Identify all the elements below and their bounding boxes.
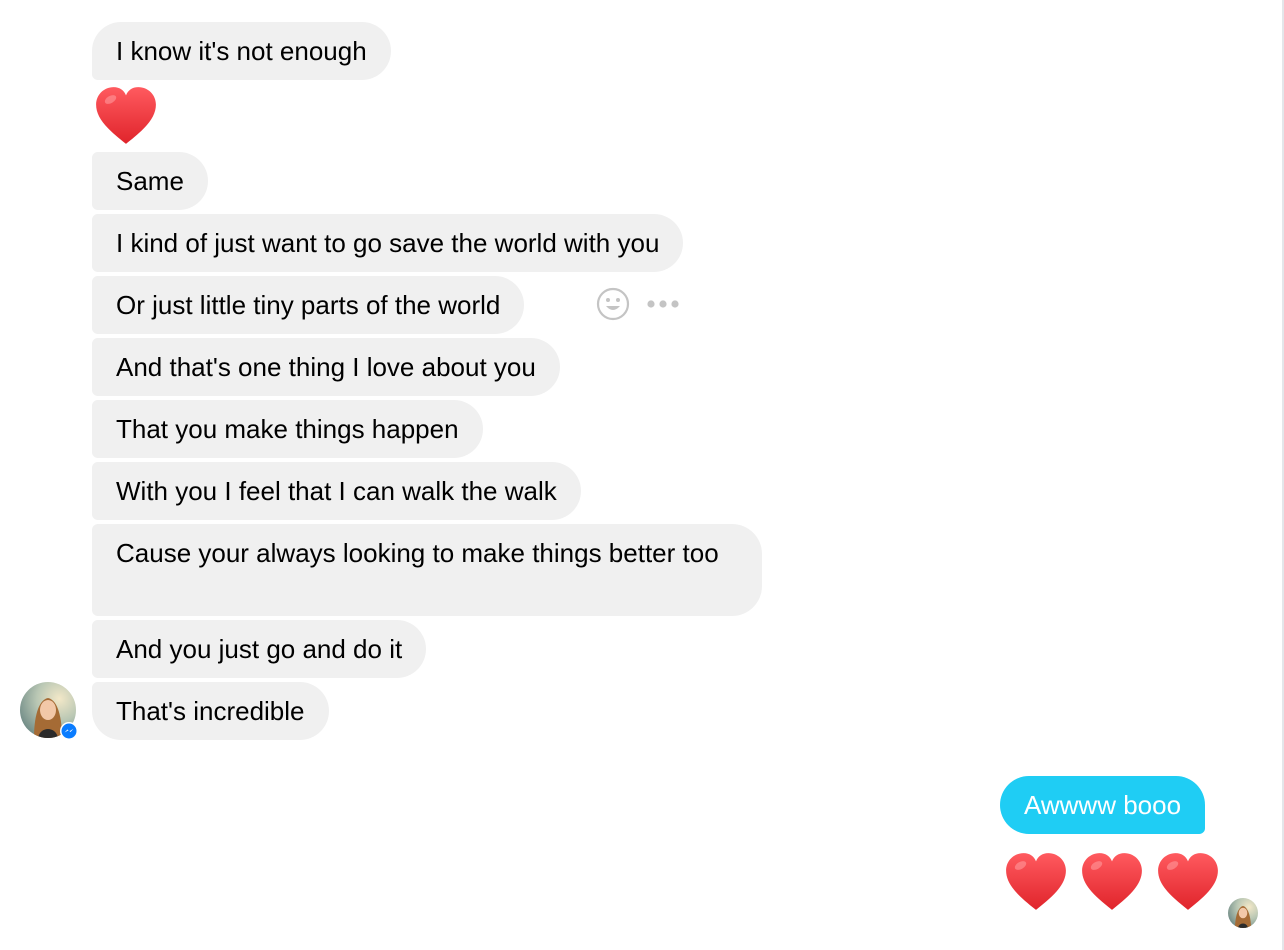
seen-avatar xyxy=(1228,898,1258,928)
incoming-message[interactable]: That's incredible xyxy=(92,682,329,740)
incoming-message[interactable]: I know it's not enough xyxy=(92,22,391,80)
heart-icon[interactable] xyxy=(1079,850,1145,916)
outgoing-message[interactable]: Awwww booo xyxy=(1000,776,1206,834)
heart-icon[interactable] xyxy=(1155,850,1221,916)
smile-icon[interactable] xyxy=(596,287,630,321)
incoming-message[interactable]: I kind of just want to go save the world… xyxy=(92,214,684,272)
incoming-message[interactable]: Or just little tiny parts of the world xyxy=(92,276,525,334)
messenger-badge-svg xyxy=(61,723,77,739)
heart-emoji-svg xyxy=(96,87,156,144)
incoming-message[interactable]: Same xyxy=(92,152,208,210)
message-actions xyxy=(596,286,680,322)
avatar[interactable] xyxy=(20,682,78,740)
heart-emoji-svg xyxy=(1158,853,1218,910)
incoming-message[interactable]: Cause your always looking to make things… xyxy=(92,524,762,616)
heart-icon[interactable] xyxy=(1003,850,1069,916)
heart-icon[interactable] xyxy=(93,84,159,150)
heart-emoji-svg xyxy=(1082,853,1142,910)
incoming-message[interactable]: And you just go and do it xyxy=(92,620,427,678)
incoming-message[interactable]: With you I feel that I can walk the walk xyxy=(92,462,581,520)
incoming-message[interactable]: That you make things happen xyxy=(92,400,483,458)
messenger-badge-icon xyxy=(60,722,78,740)
seen-avatar-photo xyxy=(1228,898,1258,928)
heart-emoji-svg xyxy=(1006,853,1066,910)
incoming-message[interactable]: And that's one thing I love about you xyxy=(92,338,560,396)
more-options-icon[interactable] xyxy=(646,299,680,309)
